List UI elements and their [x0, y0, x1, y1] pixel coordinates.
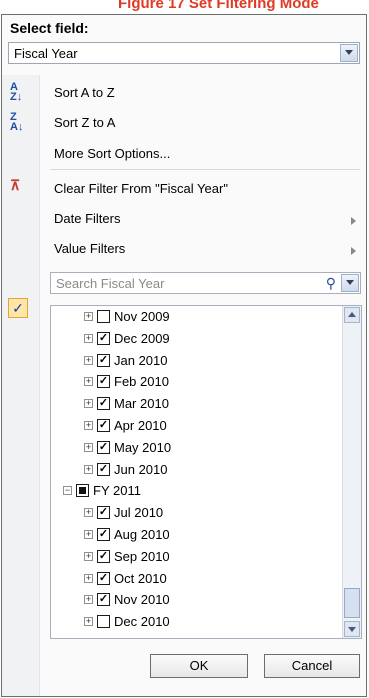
tree-item-label: Jul 2010	[114, 505, 164, 521]
checkbox[interactable]: ✓	[97, 375, 110, 389]
tree-item-row[interactable]: + ✓ Feb 2010	[51, 371, 341, 393]
icon-gutter	[2, 75, 40, 696]
expand-icon[interactable]: +	[84, 355, 93, 365]
tree-item-label: Jun 2010	[114, 461, 168, 477]
ok-button[interactable]: OK	[150, 654, 248, 678]
checkbox[interactable]: ✓	[97, 528, 110, 541]
checkbox[interactable]	[76, 484, 89, 498]
checkbox[interactable]: ✓	[97, 353, 110, 367]
expand-icon[interactable]: +	[84, 530, 93, 539]
tree-group-row[interactable]: − FY 2011	[51, 480, 341, 502]
expand-icon[interactable]: +	[84, 551, 93, 561]
checkbox[interactable]: ✓	[97, 440, 110, 454]
tree-item-label: Sep 2010	[114, 548, 170, 564]
select-field-label: Select field:	[10, 20, 89, 36]
checkbox[interactable]: ✓	[97, 506, 110, 520]
expand-icon[interactable]: +	[84, 508, 93, 518]
tree-item-row[interactable]: + ✓ Jan 2010	[51, 350, 341, 372]
checkbox[interactable]: ✓	[97, 549, 110, 563]
tree-item-row[interactable]: + ✓ May 2010	[51, 437, 341, 459]
tree-item-label: Mar 2010	[114, 396, 169, 412]
tree-item-label: Dec 2010	[114, 614, 170, 630]
tree-item-row[interactable]: + Nov 2009	[51, 306, 341, 328]
tree-item-row[interactable]: + ✓ Jun 2010	[51, 459, 341, 481]
expand-icon[interactable]: +	[84, 399, 93, 409]
value-filters-item[interactable]: Value Filters	[54, 241, 125, 256]
tree-scrollbar[interactable]	[342, 306, 361, 638]
cancel-button[interactable]: Cancel	[264, 654, 360, 678]
menu-separator	[50, 169, 360, 170]
tree-item-label: Dec 2009	[114, 330, 170, 346]
checkbox[interactable]: ✓	[97, 397, 110, 411]
checkbox[interactable]: ✓	[97, 419, 110, 432]
search-icon[interactable]: ⚲	[326, 275, 336, 292]
expand-icon[interactable]: +	[84, 333, 93, 343]
expand-icon[interactable]: +	[84, 421, 93, 430]
scrollbar-thumb[interactable]	[344, 588, 360, 618]
expand-icon[interactable]: +	[84, 464, 93, 474]
clear-filter-icon: ⊼	[10, 177, 21, 193]
expand-icon[interactable]: +	[84, 617, 93, 627]
more-sort-options-item[interactable]: More Sort Options...	[54, 146, 170, 161]
search-placeholder: Search Fiscal Year	[56, 276, 165, 291]
scroll-up-icon[interactable]	[344, 307, 360, 323]
tree-item-label: FY 2011	[93, 483, 141, 499]
checkbox[interactable]	[97, 615, 110, 629]
submenu-arrow-icon	[351, 217, 356, 225]
filter-active-icon: ✓	[8, 298, 28, 318]
expand-icon[interactable]: +	[84, 573, 93, 583]
checkbox[interactable]: ✓	[97, 593, 110, 607]
tree-item-row[interactable]: + Dec 2010	[51, 611, 341, 633]
tree-item-row[interactable]: + ✓ Sep 2010	[51, 546, 341, 568]
filter-dropdown-panel: Select field: Fiscal Year A Z↓ Sort A to …	[1, 14, 367, 697]
tree-item-label: Nov 2009	[114, 309, 170, 324]
tree-item-row[interactable]: + ✓ Oct 2010	[51, 568, 341, 590]
tree-item-label: Apr 2010	[114, 418, 167, 433]
submenu-arrow-icon	[351, 247, 356, 255]
sort-za-icon: Z A↓	[10, 111, 24, 133]
scroll-down-icon[interactable]	[344, 621, 360, 637]
field-select[interactable]: Fiscal Year	[8, 42, 360, 64]
sort-az-icon: A Z↓	[10, 81, 23, 103]
search-input[interactable]: Search Fiscal Year ⚲	[50, 272, 361, 294]
expand-icon[interactable]: +	[84, 377, 93, 387]
sort-a-to-z-item[interactable]: Sort A to Z	[54, 85, 115, 100]
collapse-icon[interactable]: −	[63, 486, 72, 496]
search-dropdown-icon[interactable]	[341, 274, 359, 292]
tree-item-row[interactable]: + ✓ Aug 2010	[51, 524, 341, 546]
tree-item-label: Nov 2010	[114, 592, 170, 608]
tree-item-row[interactable]: + ✓ Mar 2010	[51, 393, 341, 415]
tree-item-row[interactable]: + ✓ Jul 2010	[51, 502, 341, 524]
checkbox[interactable]	[97, 310, 110, 323]
expand-icon[interactable]: +	[84, 442, 93, 452]
chevron-down-icon[interactable]	[340, 44, 358, 62]
tree-item-label: Aug 2010	[114, 527, 170, 542]
expand-icon[interactable]: +	[84, 595, 93, 605]
tree-item-label: Oct 2010	[114, 570, 167, 586]
tree-item-label: May 2010	[114, 439, 172, 455]
checkbox[interactable]: ✓	[97, 331, 110, 345]
checkbox[interactable]: ✓	[97, 571, 110, 585]
expand-icon[interactable]: +	[84, 312, 93, 321]
tree-item-label: Jan 2010	[114, 352, 168, 368]
tree-item-row[interactable]: + ✓ Apr 2010	[51, 415, 341, 437]
clear-filter-item[interactable]: Clear Filter From "Fiscal Year"	[54, 181, 228, 196]
field-select-value: Fiscal Year	[14, 46, 78, 61]
date-filters-item[interactable]: Date Filters	[54, 211, 120, 226]
filter-tree-list[interactable]: + Nov 2009 + ✓ Dec 2009 + ✓ Jan 2010 + ✓ Feb 2010 +…	[50, 305, 362, 639]
tree-item-row[interactable]: + ✓ Dec 2009	[51, 328, 341, 350]
tree-item-row[interactable]: + ✓ Nov 2010	[51, 589, 341, 611]
checkbox[interactable]: ✓	[97, 462, 110, 476]
sort-z-to-a-item[interactable]: Sort Z to A	[54, 115, 115, 130]
tree-item-label: Feb 2010	[114, 374, 169, 390]
